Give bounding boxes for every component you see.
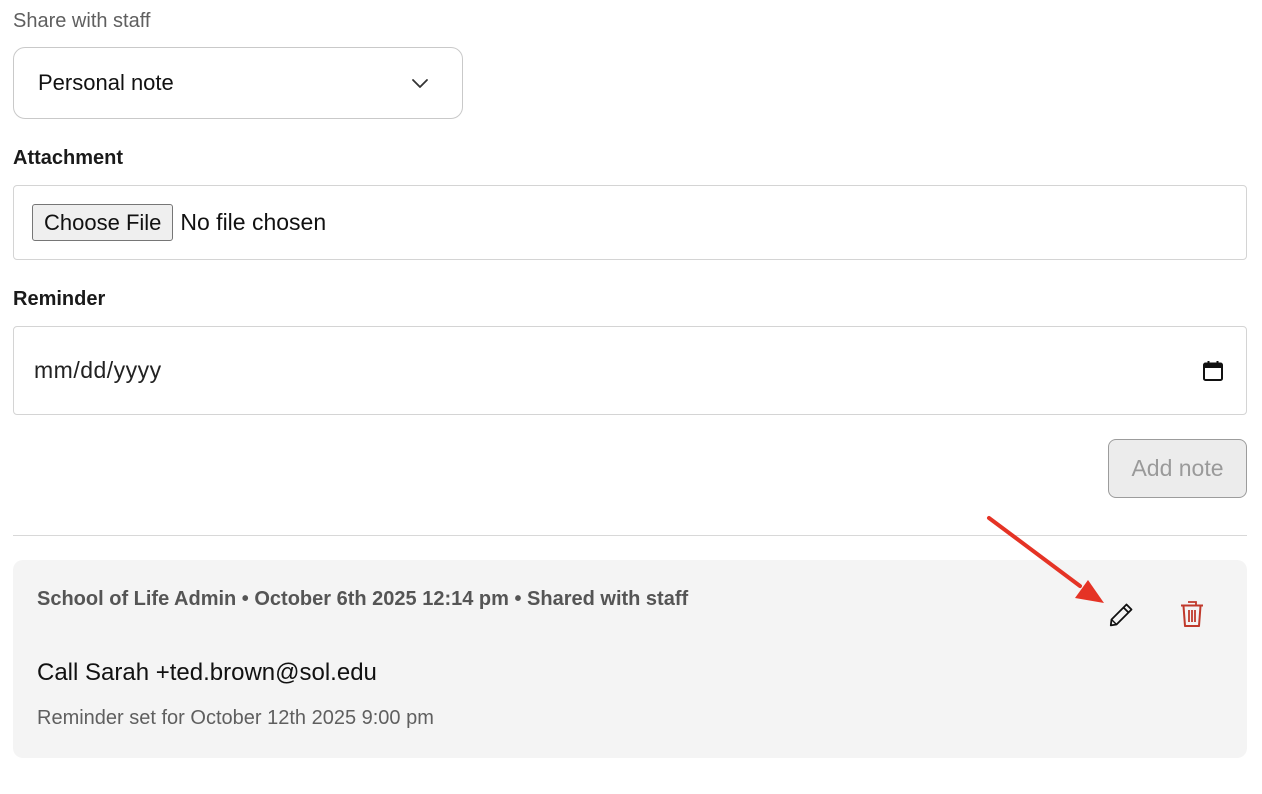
section-divider (13, 535, 1247, 536)
choose-file-button[interactable]: Choose File (32, 204, 174, 241)
share-select[interactable]: Personal note (13, 47, 463, 119)
chevron-down-icon (412, 79, 428, 88)
date-placeholder: mm/dd/yyyy (34, 357, 162, 383)
attachment-file-input[interactable]: Choose File No file chosen (13, 185, 1247, 260)
share-select-value: Personal note (38, 70, 174, 95)
attachment-label: Attachment (13, 147, 124, 169)
notes-page: Share with staff Personal note Attachmen… (0, 0, 1262, 794)
reminder-label: Reminder (13, 288, 106, 310)
note-card: School of Life Admin • October 6th 2025 … (13, 560, 1247, 758)
edit-note-button[interactable] (1106, 600, 1136, 630)
trash-icon (1181, 601, 1203, 627)
share-with-staff-label: Share with staff (13, 10, 151, 32)
note-meta: School of Life Admin • October 6th 2025 … (37, 588, 689, 610)
reminder-date-input[interactable]: mm/dd/yyyy (13, 326, 1247, 415)
pencil-icon (1109, 603, 1133, 627)
note-body: Call Sarah +ted.brown@sol.edu (37, 659, 377, 686)
add-note-button[interactable]: Add note (1108, 439, 1247, 498)
file-status-text: No file chosen (180, 209, 327, 235)
calendar-icon[interactable] (1202, 360, 1224, 382)
note-reminder-text: Reminder set for October 12th 2025 9:00 … (37, 707, 434, 729)
delete-note-button[interactable] (1177, 598, 1207, 630)
